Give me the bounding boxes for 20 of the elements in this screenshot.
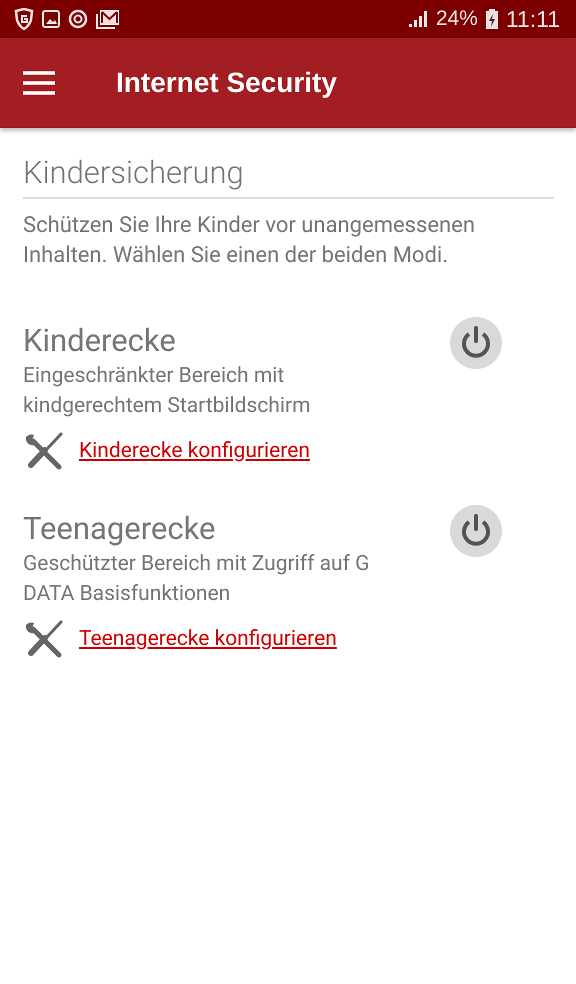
power-toggle[interactable] bbox=[450, 505, 502, 557]
mode-title: Teenagerecke bbox=[23, 509, 216, 549]
image-icon bbox=[42, 10, 60, 28]
shield-icon bbox=[14, 8, 34, 30]
app-title: Internet Security bbox=[116, 67, 337, 99]
section-description: Schützen Sie Ihre Kinder vor unangemessenen Inhalten. Wählen Sie einen der beiden Modi. bbox=[23, 212, 476, 270]
mode-description: Geschützter Bereich mit Zugriff auf G DATA Basisfunktionen bbox=[23, 551, 370, 608]
mail-icon bbox=[96, 9, 120, 29]
timer-icon bbox=[68, 9, 88, 29]
configure-link[interactable]: Kinderecke konfigurieren bbox=[79, 439, 310, 463]
signal-icon bbox=[408, 10, 428, 28]
mode-title: Kinderecke bbox=[23, 321, 177, 361]
section-title: Kindersicherung bbox=[23, 154, 554, 199]
mode-description: Eingeschränkter Bereich mit kindgerechtem Startbildschirm bbox=[23, 363, 312, 420]
battery-percent: 24% bbox=[436, 7, 478, 31]
configure-link[interactable]: Teenagerecke konfigurieren bbox=[79, 627, 337, 651]
clock-time: 11:11 bbox=[506, 6, 560, 32]
power-toggle[interactable] bbox=[450, 317, 502, 369]
battery-icon bbox=[486, 9, 498, 29]
menu-button[interactable] bbox=[23, 71, 55, 95]
